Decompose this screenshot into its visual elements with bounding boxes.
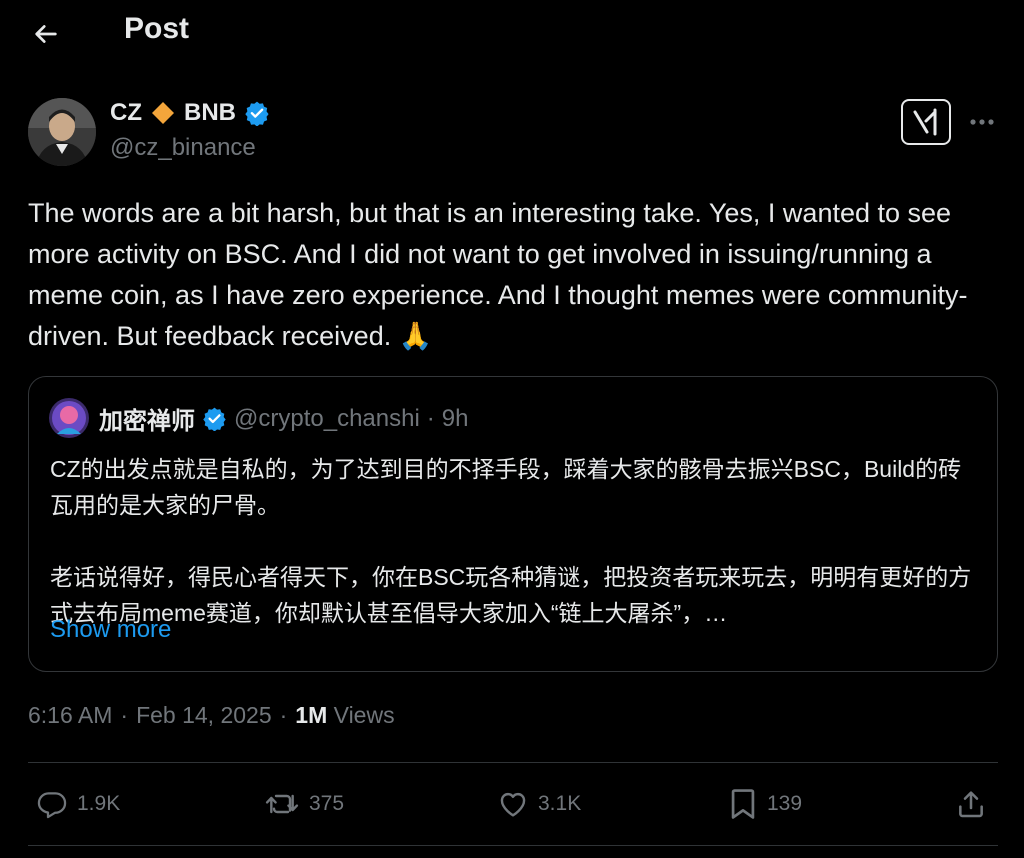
verified-badge-icon [203, 407, 226, 431]
author-name[interactable]: CZ BNB [110, 99, 270, 127]
quoted-author-avatar[interactable] [49, 398, 89, 438]
more-dots-icon [970, 119, 994, 125]
quoted-paragraph-2: 老话说得好，得民心者得天下，你在BSC玩各种猜谜，把投资者玩来玩去，明明有更好的… [50, 564, 972, 626]
verified-badge-icon [245, 101, 269, 126]
quoted-author-name[interactable]: 加密禅师 [99, 401, 195, 436]
separator-dot: · [426, 404, 435, 432]
bookmark-count: 139 [767, 792, 803, 815]
divider [28, 762, 998, 763]
arrow-left-icon [35, 25, 57, 43]
separator-dot: · [279, 702, 288, 728]
author-handle[interactable]: @cz_binance [110, 134, 256, 162]
bookmark-icon [731, 789, 755, 819]
author-avatar[interactable] [28, 98, 96, 166]
share-icon [959, 791, 983, 818]
divider [28, 845, 998, 846]
grok-icon [913, 108, 937, 136]
bookmark-button[interactable]: 139 [728, 780, 802, 828]
show-more-link[interactable]: Show more [50, 616, 171, 644]
quoted-avatar-image [49, 398, 89, 438]
more-options-button[interactable] [966, 110, 998, 134]
repost-button[interactable]: 375 [264, 780, 344, 828]
page-header: Post [0, 0, 1024, 66]
author-name-text: CZ [110, 99, 142, 126]
views-count: 1M [295, 702, 328, 728]
author-name-suffix: BNB [184, 99, 236, 126]
like-count: 3.1K [538, 792, 582, 815]
repost-icon [265, 794, 299, 814]
reply-button[interactable]: 1.9K [36, 780, 120, 828]
quoted-post-time[interactable]: 9h [442, 405, 469, 433]
repost-count: 375 [309, 792, 345, 815]
quoted-paragraph-1: CZ的出发点就是自私的，为了达到目的不择手段，踩着大家的骸骨去振兴BSC，Bui… [50, 456, 962, 518]
post-time[interactable]: 6:16 AM [28, 702, 112, 729]
quoted-post-text: CZ的出发点就是自私的，为了达到目的不择手段，踩着大家的骸骨去振兴BSC，Bui… [50, 451, 975, 631]
quoted-author-handle[interactable]: @crypto_chanshi [234, 405, 420, 433]
grok-button[interactable] [901, 99, 951, 145]
page-title: Post [124, 12, 190, 45]
bnb-diamond-icon [152, 102, 174, 124]
back-button[interactable] [30, 18, 62, 50]
post-text: The words are a bit harsh, but that is a… [28, 198, 968, 351]
post-date[interactable]: Feb 14, 2025 [136, 702, 272, 729]
separator-dot: · [120, 702, 129, 728]
heart-icon [500, 792, 526, 817]
views-label: Views [333, 702, 395, 728]
post-meta: 6:16 AM · Feb 14, 2025 · 1M Views [28, 702, 395, 729]
action-bar: 1.9K 375 3.1K 139 [0, 780, 1024, 828]
avatar-image [28, 98, 96, 166]
quoted-post-header: 加密禅师 @crypto_chanshi · 9h [99, 401, 469, 436]
quoted-post[interactable]: 加密禅师 @crypto_chanshi · 9h CZ的出发点就是自私的，为了… [28, 376, 998, 672]
reply-icon [37, 792, 67, 819]
reply-count: 1.9K [77, 792, 121, 815]
share-button[interactable] [955, 780, 987, 828]
like-button[interactable]: 3.1K [497, 780, 581, 828]
